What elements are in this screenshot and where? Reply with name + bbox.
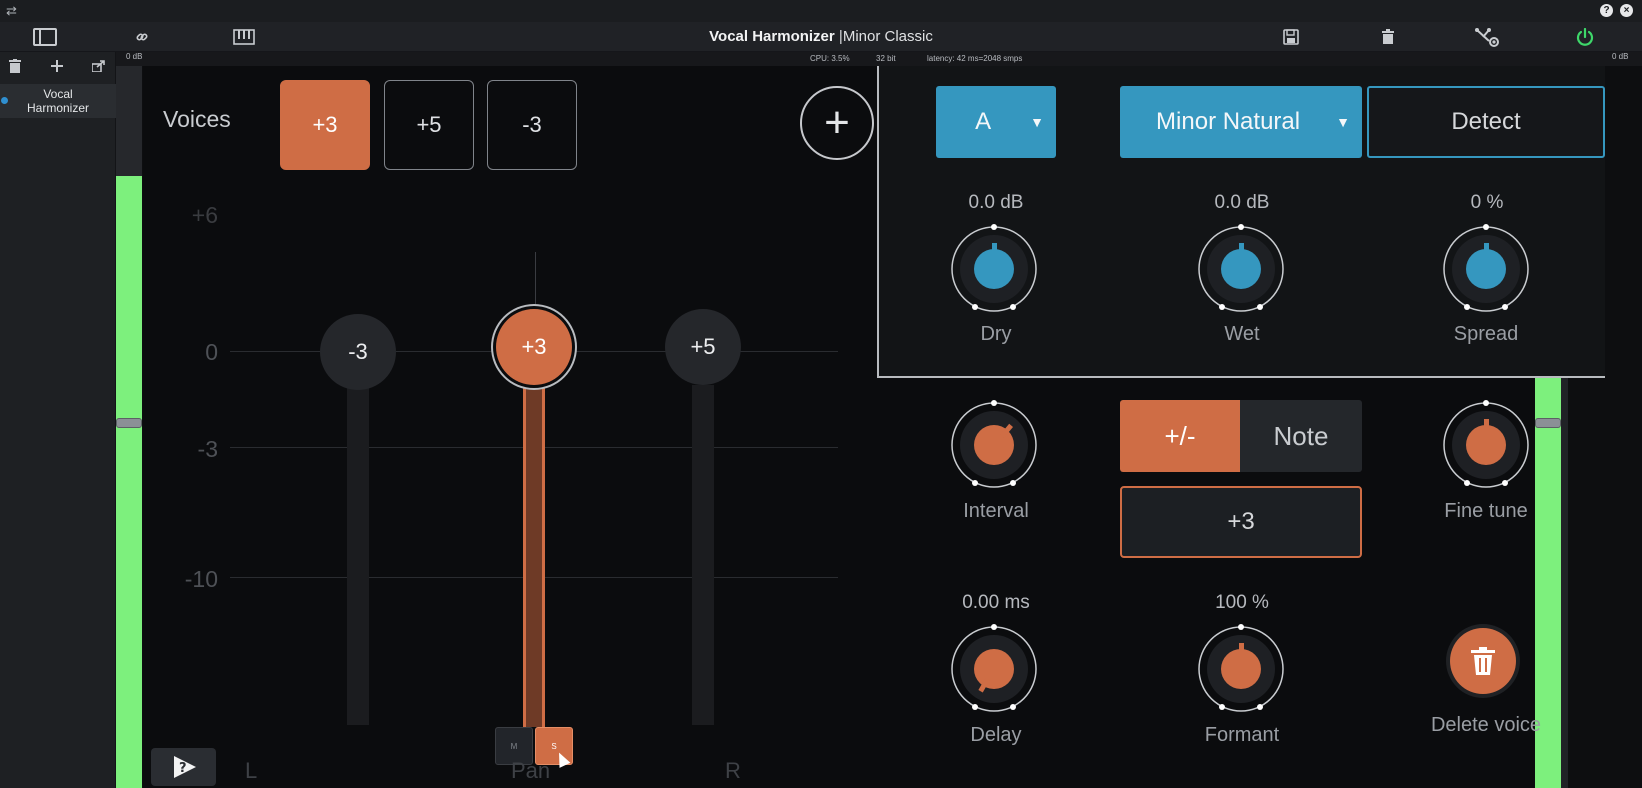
wet-knob[interactable] [1196, 224, 1286, 314]
wet-value: 0.0 dB [1214, 192, 1270, 213]
dry-label: Dry [980, 323, 1012, 345]
power-icon [1576, 28, 1594, 46]
chevron-down-icon: ▼ [1030, 114, 1044, 130]
delay-knob[interactable] [949, 624, 1039, 714]
pan-left-label: L [245, 758, 258, 783]
sidebar-add-button[interactable] [51, 57, 63, 77]
detect-key-button[interactable]: Detect [1367, 86, 1605, 158]
voice-tab-minus3[interactable]: -3 [487, 80, 577, 170]
trash-icon [9, 59, 21, 73]
left-meter-fill [116, 176, 142, 788]
close-icon[interactable]: × [1620, 4, 1633, 17]
save-icon [1283, 29, 1299, 45]
fine-tune-knob[interactable] [1441, 400, 1531, 490]
title-strip: ⇄ ? × [0, 0, 1642, 22]
root-key-select[interactable]: A ▼ [936, 86, 1056, 158]
latency-readout: latency: 42 ms=2048 smps [927, 54, 1023, 63]
fader-knob-plus3[interactable]: +3 [496, 309, 572, 385]
delete-preset-button[interactable] [1376, 22, 1400, 52]
trash-icon [1382, 29, 1394, 44]
delete-voice-label: Delete voice [1430, 714, 1542, 736]
fader-track-plus5 [692, 385, 714, 725]
sidebar-item-label: Vocal Harmonizer [26, 87, 89, 115]
plus-icon [51, 60, 63, 72]
right-meter-handle[interactable] [1535, 418, 1561, 428]
sidebar: Vocal Harmonizer [0, 52, 116, 788]
routing-icon [1475, 28, 1499, 47]
fine-tune-label: Fine tune [1444, 500, 1528, 522]
svg-text:?: ? [179, 761, 187, 776]
export-icon [91, 60, 105, 73]
power-button[interactable] [1573, 22, 1597, 52]
sidebar-item-vocal-harmonizer[interactable]: Vocal Harmonizer [0, 84, 116, 118]
interval-label: Interval [963, 500, 1029, 522]
voices-label: Voices [163, 106, 231, 132]
voice-tab-plus5[interactable]: +5 [384, 80, 474, 170]
right-meter-db-label: 0 dB [1612, 52, 1629, 61]
save-button[interactable] [1279, 22, 1303, 52]
delete-voice-button[interactable] [1450, 628, 1516, 694]
pan-center-label: Pan [511, 758, 551, 783]
sidebar-delete-button[interactable] [9, 59, 21, 76]
scale-value: Minor Natural [1156, 108, 1301, 135]
formant-knob[interactable] [1196, 624, 1286, 714]
fader-track-plus3 [523, 385, 545, 727]
chevron-down-icon: ▼ [1336, 114, 1350, 130]
fader-knob-plus5[interactable]: +5 [665, 309, 741, 385]
play-help-icon: ? [173, 756, 196, 778]
spread-value: 0 % [1470, 192, 1504, 213]
spread-knob[interactable] [1441, 224, 1531, 314]
formant-value: 100 % [1215, 592, 1269, 613]
status-bar: CPU: 3.5% 32 bit latency: 42 ms=2048 smp… [116, 52, 1642, 66]
spread-label: Spread [1453, 323, 1519, 345]
scale-select[interactable]: Minor Natural ▼ [1120, 86, 1362, 158]
grid-label-plus6: +6 [191, 202, 218, 228]
wet-label: Wet [1224, 323, 1260, 345]
routing-button[interactable] [1473, 22, 1503, 52]
interval-knob[interactable] [949, 400, 1039, 490]
trash-icon [1471, 647, 1495, 675]
delay-value: 0.00 ms [962, 592, 1030, 613]
plugin-name: Vocal Harmonizer [709, 28, 835, 45]
swap-icon[interactable]: ⇄ [6, 3, 17, 19]
delay-label: Delay [970, 724, 1022, 746]
fader-knob-minus3[interactable]: -3 [320, 314, 396, 390]
formant-label: Formant [1204, 724, 1280, 746]
relative-interval-toggle[interactable]: +/- [1120, 400, 1240, 472]
left-meter-handle[interactable] [116, 418, 142, 428]
cpu-readout: CPU: 3.5% [810, 54, 850, 63]
add-voice-button[interactable]: + [800, 86, 874, 160]
play-tutorial-button[interactable]: ? [151, 748, 216, 786]
voice-tab-plus3[interactable]: +3 [280, 80, 370, 170]
selected-indicator-icon [1, 97, 8, 104]
note-interval-toggle[interactable]: Note [1240, 400, 1362, 472]
preset-name[interactable]: Minor Classic [843, 28, 933, 45]
fader-track-minus3 [347, 385, 369, 725]
dry-value: 0.0 dB [968, 192, 1024, 213]
pan-right-label: R [725, 758, 741, 783]
help-icon[interactable]: ? [1600, 4, 1613, 17]
left-meter-db-label: 0 dB [126, 52, 143, 61]
toolbar: Vocal Harmonizer |Minor Classic [0, 22, 1642, 52]
grid-label-minus10: -10 [184, 566, 218, 592]
center-pan-line [535, 252, 536, 312]
root-key-value: A [975, 108, 992, 135]
interval-value-field[interactable]: +3 [1120, 486, 1362, 558]
bit-depth-readout: 32 bit [876, 54, 896, 63]
sidebar-export-button[interactable] [91, 59, 105, 75]
grid-label-0: 0 [205, 339, 218, 365]
sidebar-toolbar [0, 57, 116, 79]
grid-label-minus3: -3 [197, 436, 218, 462]
dry-knob[interactable] [949, 224, 1039, 314]
